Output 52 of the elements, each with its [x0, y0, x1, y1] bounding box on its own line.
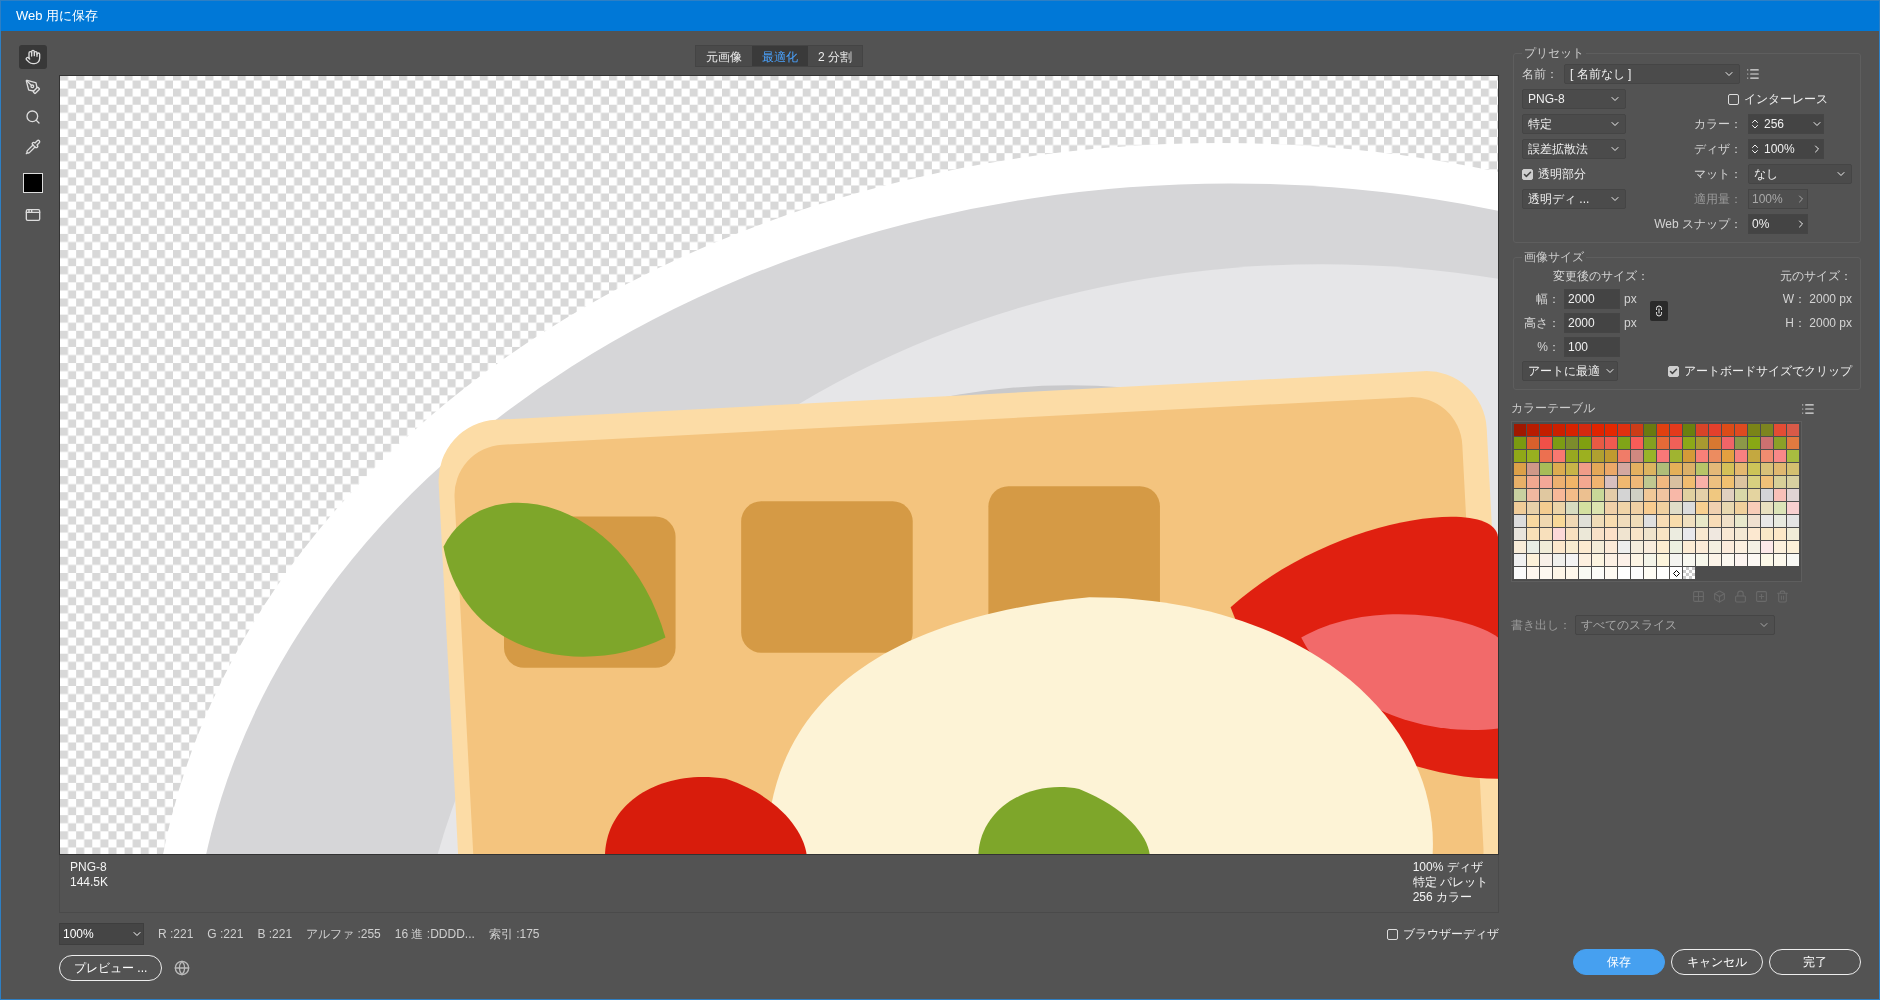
colors-field[interactable]: 256: [1748, 114, 1824, 134]
format-select[interactable]: PNG-8: [1522, 89, 1626, 109]
color-readout: B :221: [257, 927, 293, 941]
view-tab[interactable]: 2 分割: [808, 46, 862, 66]
checkbox-label: インターレース: [1744, 90, 1828, 108]
field-label: %：: [1536, 338, 1560, 356]
field-label: ディザ：: [1693, 140, 1742, 158]
section-title: カラーテーブル: [1511, 400, 1595, 417]
preset-select[interactable]: [ 名前なし ]: [1564, 64, 1740, 84]
view-tab[interactable]: 最適化: [752, 46, 808, 66]
unit-label: px: [1624, 316, 1638, 330]
group-title: プリセット: [1523, 45, 1585, 62]
checkbox-label: ブラウザーディザ: [1403, 925, 1499, 943]
unit-label: px: [1624, 292, 1638, 306]
reduction-select[interactable]: 特定: [1522, 114, 1626, 134]
checkbox-label: 透明部分: [1538, 165, 1586, 183]
original-width: W： 2000 px: [1782, 290, 1852, 308]
websnap-field[interactable]: 0%: [1748, 214, 1808, 234]
field-label: カラー：: [1693, 115, 1742, 133]
field-label: 書き出し：: [1511, 616, 1571, 634]
color-readout: R :221: [158, 927, 194, 941]
view-tab[interactable]: 元画像: [696, 46, 752, 66]
field-label: 変更後のサイズ：: [1553, 268, 1649, 285]
file-info-text: PNG-8: [70, 860, 107, 875]
optimize-info-text: 100% ディザ: [1412, 860, 1483, 875]
transparency-dither-select[interactable]: 透明ディ ...: [1522, 189, 1626, 209]
window-title: Web 用に保存: [1, 1, 1879, 31]
color-readout: 索引 :175: [488, 925, 540, 943]
field-label: 名前：: [1522, 65, 1558, 83]
group-title: 画像サイズ: [1523, 249, 1585, 266]
field-label: マット：: [1693, 165, 1742, 183]
height-field[interactable]: 2000: [1564, 313, 1620, 333]
checkbox-label: アートボードサイズでクリップ: [1684, 362, 1852, 380]
width-field[interactable]: 2000: [1564, 289, 1620, 309]
field-label: 高さ：: [1523, 314, 1560, 332]
original-height: H： 2000 px: [1785, 314, 1852, 332]
matte-select[interactable]: なし: [1748, 164, 1852, 184]
field-label: 適用量：: [1693, 190, 1742, 208]
dither-field[interactable]: 100%: [1748, 139, 1824, 159]
dither-method-select[interactable]: 誤差拡散法: [1522, 139, 1626, 159]
color-readout: アルファ :255: [306, 925, 381, 943]
zoom-select[interactable]: 100%: [59, 923, 144, 945]
file-info-text: 144.5K: [70, 875, 109, 890]
field-label: Web スナップ：: [1654, 215, 1742, 233]
percent-field[interactable]: 100: [1564, 337, 1620, 357]
optimize-info-text: 256 カラー: [1412, 890, 1472, 905]
field-label: 元のサイズ：: [1780, 268, 1852, 285]
optimize-info-text: 特定 パレット: [1412, 875, 1488, 890]
quality-select[interactable]: アートに最適: [1522, 361, 1618, 381]
field-label: 幅：: [1535, 290, 1560, 308]
color-readout: G :221: [207, 927, 244, 941]
color-readout: 16 進 :DDDD...: [394, 925, 475, 943]
